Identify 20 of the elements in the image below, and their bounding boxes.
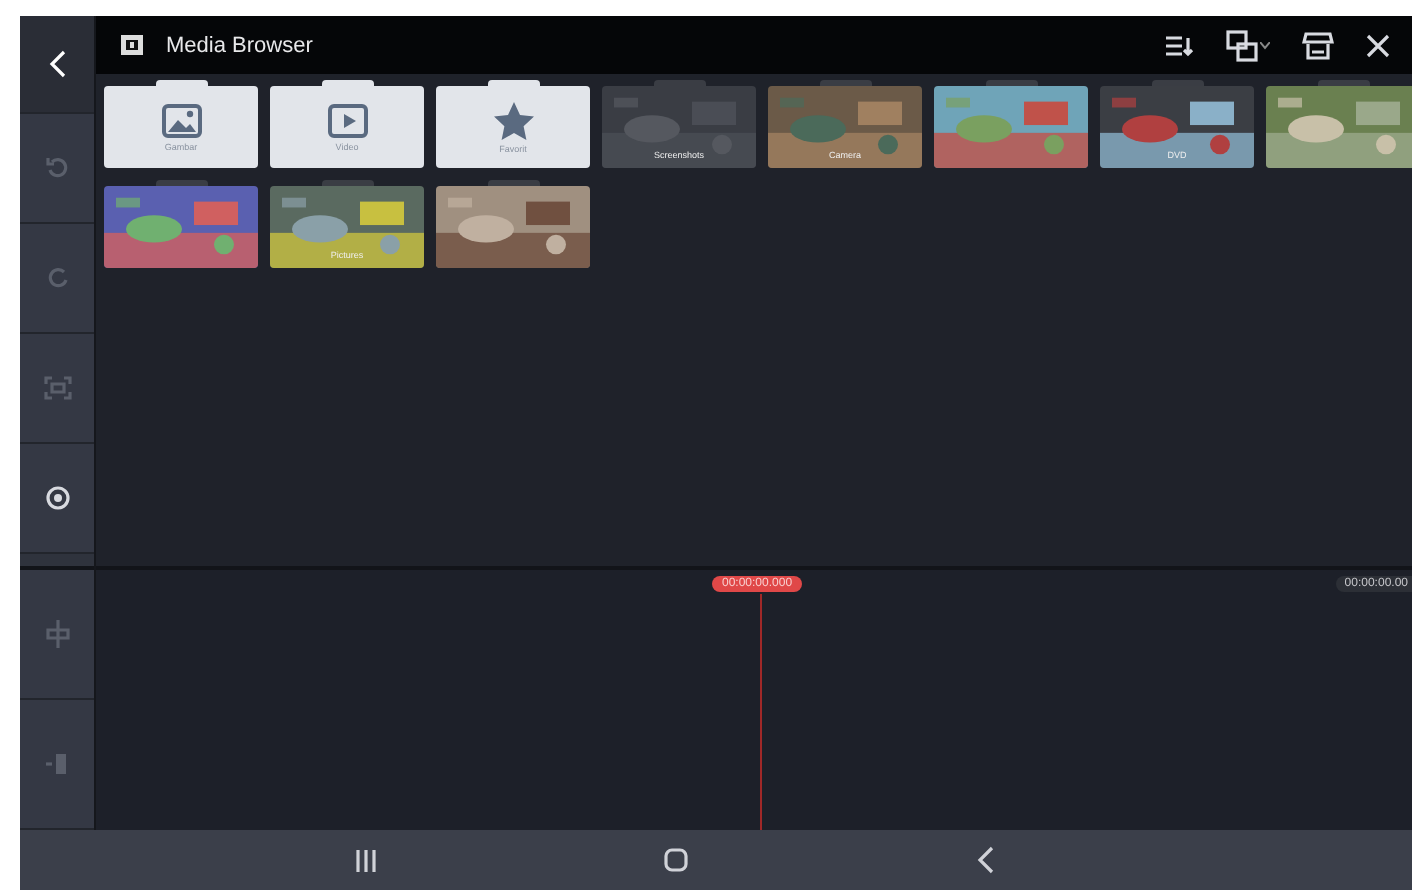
align-icon bbox=[45, 620, 69, 648]
home-icon bbox=[664, 848, 688, 872]
star-icon bbox=[493, 101, 533, 139]
image-icon bbox=[161, 103, 201, 137]
back-icon bbox=[47, 50, 67, 78]
store-icon bbox=[1302, 31, 1334, 59]
folder-icon bbox=[120, 34, 144, 56]
redo-icon bbox=[45, 266, 69, 290]
back-icon bbox=[976, 846, 996, 874]
recents-icon bbox=[356, 849, 376, 871]
layout-icon bbox=[1226, 29, 1258, 61]
close-icon bbox=[1366, 33, 1390, 57]
undo-icon bbox=[45, 156, 69, 180]
target-button[interactable] bbox=[20, 444, 94, 554]
sort-icon bbox=[1166, 33, 1194, 57]
window-title: Media Browser bbox=[166, 33, 313, 57]
split-icon bbox=[45, 750, 69, 778]
frame-icon bbox=[43, 376, 71, 400]
target-icon bbox=[45, 486, 69, 510]
play-icon bbox=[327, 103, 367, 137]
